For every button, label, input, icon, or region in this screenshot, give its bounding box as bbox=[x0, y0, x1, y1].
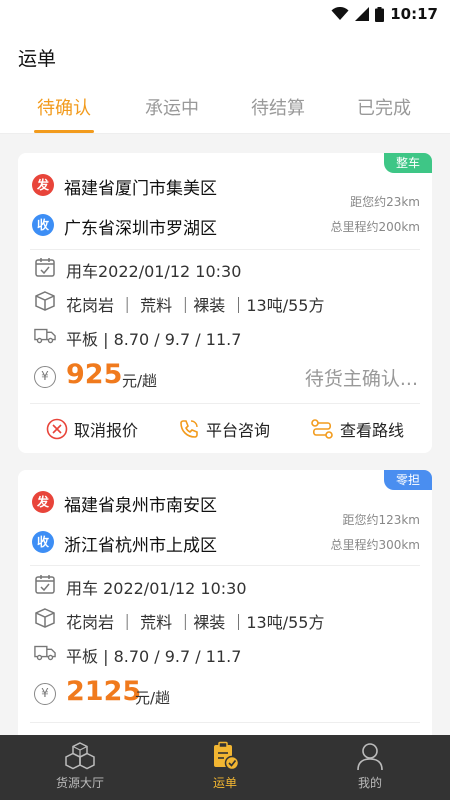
distance-to-you: 距您约123km bbox=[342, 513, 420, 527]
pickup-time: 用车2022/01/12 10:30 bbox=[66, 262, 242, 281]
tab-in-transit[interactable]: 承运中 bbox=[116, 94, 228, 120]
origin-tag-icon: 发 bbox=[32, 491, 54, 513]
order-type-badge: 整车 bbox=[383, 153, 432, 173]
pickup-time: 用车 2022/01/12 10:30 bbox=[66, 579, 247, 598]
nav-waybill[interactable]: 运单 bbox=[175, 741, 275, 791]
destination-tag-icon: 收 bbox=[32, 214, 54, 236]
route-icon bbox=[311, 419, 333, 439]
destination-tag-icon: 收 bbox=[32, 531, 54, 553]
status-icons: 10:17 bbox=[331, 5, 438, 23]
price-value: 2125 bbox=[66, 676, 142, 707]
cancel-quote-button[interactable]: 取消报价 bbox=[46, 417, 138, 441]
vehicle-info: 平板 | 8.70 / 9.7 / 11.7 bbox=[66, 330, 242, 349]
yuan-icon: ¥ bbox=[34, 683, 56, 705]
total-distance: 总里程约200km bbox=[330, 220, 420, 234]
page-title: 运单 bbox=[18, 48, 57, 70]
active-tab-indicator bbox=[34, 130, 94, 133]
vehicle-info: 平板 | 8.70 / 9.7 / 11.7 bbox=[66, 647, 242, 666]
destination-address: 广东省深圳市罗湖区 bbox=[64, 219, 217, 239]
order-card[interactable]: 整车 发 福建省厦门市集美区 距您约23km 收 广东省深圳市罗湖区 总里程约2… bbox=[18, 153, 432, 453]
price-unit: 元/趟 bbox=[135, 689, 171, 707]
tab-completed[interactable]: 已完成 bbox=[328, 94, 440, 120]
price-value: 925 bbox=[66, 359, 123, 390]
battery-icon bbox=[375, 6, 385, 22]
yuan-icon: ¥ bbox=[34, 366, 56, 388]
status-bar: 10:17 bbox=[0, 0, 450, 30]
total-distance: 总里程约300km bbox=[330, 538, 420, 552]
platform-consult-button[interactable]: 平台咨询 bbox=[178, 417, 270, 441]
cellular-signal-icon bbox=[355, 7, 370, 21]
origin-address: 福建省泉州市南安区 bbox=[64, 496, 217, 516]
view-route-button[interactable]: 查看路线 bbox=[310, 417, 404, 441]
order-type-badge: 零担 bbox=[383, 470, 432, 490]
platform-consult-label: 平台咨询 bbox=[206, 421, 271, 440]
cargo-info: 花岗岩 ｜ 荒料 ｜裸装 ｜13吨/55方 bbox=[66, 613, 325, 632]
tab-pending-confirm[interactable]: 待确认 bbox=[8, 94, 120, 120]
tab-pending-settlement[interactable]: 待结算 bbox=[222, 94, 334, 120]
view-route-label: 查看路线 bbox=[340, 421, 405, 440]
status-tabs: 待确认 承运中 待结算 已完成 bbox=[0, 94, 450, 134]
divider bbox=[30, 249, 420, 250]
truck-icon bbox=[34, 645, 56, 661]
price-unit: 元/趟 bbox=[122, 372, 158, 390]
cubes-icon bbox=[65, 742, 95, 770]
phone-icon bbox=[180, 420, 198, 438]
origin-tag-icon: 发 bbox=[32, 174, 54, 196]
bottom-nav: 货源大厅 运单 我的 bbox=[0, 735, 450, 800]
calendar-check-icon bbox=[35, 258, 55, 277]
header: 运单 待确认 承运中 待结算 已完成 bbox=[0, 30, 450, 134]
nav-cargo-hall-label: 货源大厅 bbox=[55, 776, 104, 790]
nav-mine-label: 我的 bbox=[357, 776, 382, 790]
divider bbox=[30, 403, 420, 404]
cancel-circle-icon bbox=[46, 418, 68, 440]
clipboard-check-icon bbox=[214, 741, 240, 771]
origin-address: 福建省厦门市集美区 bbox=[64, 179, 217, 199]
status-time: 10:17 bbox=[390, 5, 438, 23]
truck-icon bbox=[34, 328, 56, 344]
nav-mine[interactable]: 我的 bbox=[320, 741, 420, 791]
destination-address: 浙江省杭州市上成区 bbox=[64, 536, 217, 556]
cargo-box-icon bbox=[35, 291, 55, 311]
divider bbox=[30, 722, 420, 723]
distance-to-you: 距您约23km bbox=[350, 195, 420, 209]
cancel-quote-label: 取消报价 bbox=[74, 421, 139, 440]
order-card[interactable]: 零担 发 福建省泉州市南安区 距您约123km 收 浙江省杭州市上成区 总里程约… bbox=[18, 470, 432, 750]
calendar-check-icon bbox=[35, 575, 55, 594]
person-icon bbox=[357, 743, 383, 771]
cargo-box-icon bbox=[35, 608, 55, 628]
nav-cargo-hall[interactable]: 货源大厅 bbox=[30, 741, 130, 791]
nav-waybill-label: 运单 bbox=[212, 776, 237, 790]
wifi-icon bbox=[331, 7, 349, 20]
order-status: 待货主确认... bbox=[304, 368, 418, 390]
cargo-info: 花岗岩 ｜ 荒料 ｜裸装 ｜13吨/55方 bbox=[66, 296, 325, 315]
divider bbox=[30, 565, 420, 566]
